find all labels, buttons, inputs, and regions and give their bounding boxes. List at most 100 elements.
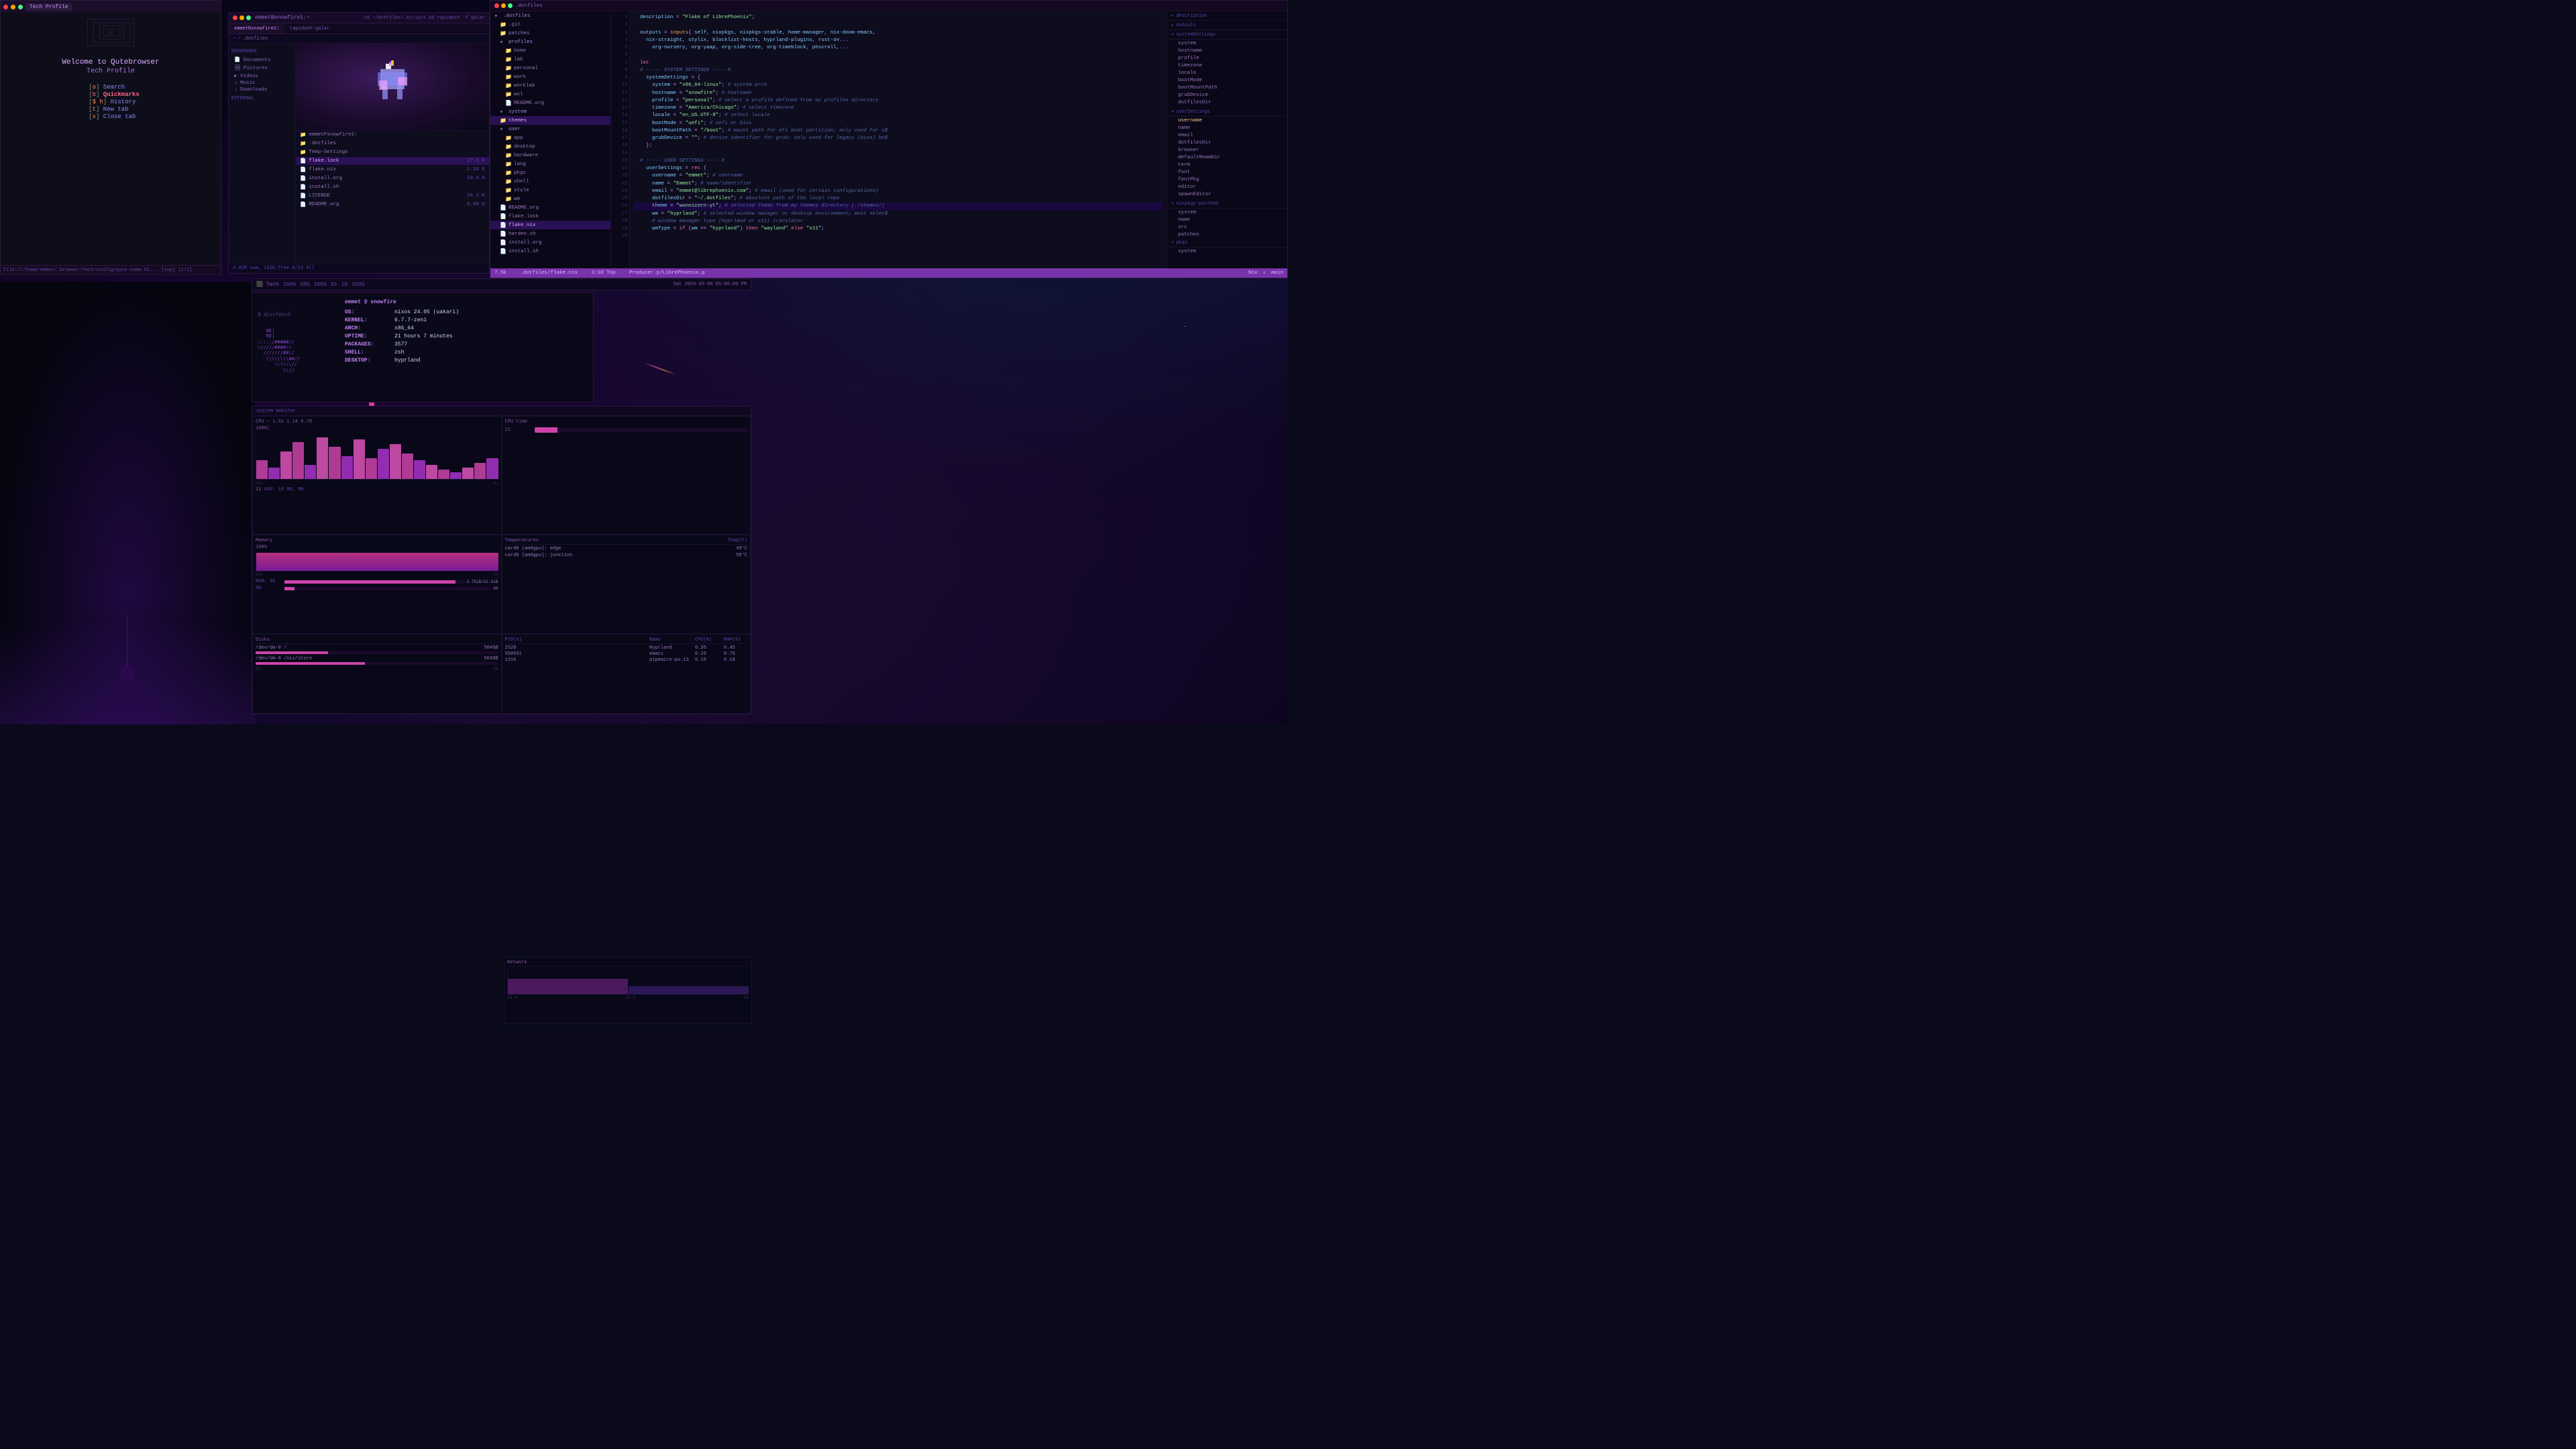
file-row-install-sh[interactable]: 📄 install.sh [296,183,489,192]
qute-link-closetab[interactable]: [x] Close tab [89,113,140,120]
tree-readme2[interactable]: 📄README.org [490,203,610,212]
right-bootmode[interactable]: bootMode [1167,76,1287,84]
right-grubdevice[interactable]: grubDevice [1167,91,1287,99]
cpu-bar-14 [426,465,437,479]
file-row-flake-nix[interactable]: 📄 flake.nix 2.26 K [296,166,489,174]
cpu-bar-12 [402,453,413,479]
right-spawnedit[interactable]: spawnEditor [1167,191,1287,198]
right-font[interactable]: font [1167,168,1287,176]
file-row-temp[interactable]: 📁 Temp-Settings [296,148,489,157]
fm-cmd: cd ~/dotfiles/.scripts && rapidash -f ga… [364,15,485,21]
file-row-license[interactable]: 📄 LICENSE 34.2 K [296,192,489,201]
tree-lang[interactable]: 📁lang [490,160,610,168]
tree-pkgs[interactable]: 📁pkgs [490,168,610,177]
fm-item-videos[interactable]: ▶ Videos [231,72,292,80]
tree-patches[interactable]: 📁patches [490,29,610,38]
fm-item-documents[interactable]: 📄 Documents [231,56,292,64]
fm-item-pictures[interactable]: 🖼 Pictures [231,64,292,72]
tree-personal[interactable]: 📁personal [490,64,610,72]
tree-user[interactable]: ▾user [490,125,610,133]
editor-dot-close[interactable] [494,3,499,8]
editor-dot-min[interactable] [501,3,506,8]
fm-tab-2[interactable]: rapidash-galar [284,23,335,34]
tree-install-sh[interactable]: 📄install.sh [490,247,610,256]
qute-tab-active[interactable]: Tech Profile [25,3,72,11]
tree-system[interactable]: ▾system [490,107,610,116]
tb2-perf: 100% [283,282,296,288]
tree-hardware[interactable]: 📁hardware [490,151,610,160]
editor-dot-max[interactable] [508,3,513,8]
right-system-settings[interactable]: ▾systemSettings [1167,30,1287,40]
right-nix-patches[interactable]: patches [1167,231,1287,238]
right-nixpkgs[interactable]: ▾nixpkgs-patched [1167,199,1287,209]
tree-flake-nix[interactable]: 📄flake.nix [490,221,610,229]
right-browser[interactable]: browser [1167,146,1287,154]
right-username[interactable]: username [1167,117,1287,124]
right-timezone[interactable]: timezone [1167,62,1287,69]
right-hostname[interactable]: hostname [1167,47,1287,54]
right-user-settings[interactable]: ▾userSettings [1167,107,1287,117]
disks-panel: Disks /dev/dm-0 /504GB /dev/dm-0 /nix/st… [252,634,502,714]
tree-app[interactable]: 📁app [490,133,610,142]
right-nix-system[interactable]: system [1167,209,1287,216]
tree-lab[interactable]: 📁lab [490,55,610,64]
file-row-flake-lock[interactable]: 📄 flake.lock 27.5 K [296,157,489,166]
tree-readme-org[interactable]: 📄README.org [490,99,610,107]
qute-link-newtab[interactable]: [t] New tab [89,106,140,113]
tree-shell[interactable]: 📁shell [490,177,610,186]
cpu-bar-13 [414,460,425,479]
tree-desktop[interactable]: 📁desktop [490,142,610,151]
qute-link-search[interactable]: [o] Search [89,84,140,91]
file-row-install-org[interactable]: 📄 install.org 10.6 K [296,174,489,183]
tree-worklab[interactable]: 📁worklab [490,81,610,90]
fm-dot-close[interactable] [233,15,237,20]
file-row-dotfiles2[interactable]: 📁 .dotfiles [296,140,489,148]
tree-themes[interactable]: 📁themes [490,116,610,125]
right-pkgs-system[interactable]: system [1167,248,1287,255]
right-defaultroamdir[interactable]: defaultRoamDir [1167,154,1287,161]
tree-root[interactable]: ▾ .dotfiles [490,11,610,20]
fm-item-music[interactable]: ♪ Music [231,80,292,87]
right-dotfilesdir[interactable]: dotfilesDir [1167,99,1287,106]
fm-dot-max[interactable] [246,15,251,20]
right-dotfilesdir2[interactable]: dotfilesDir [1167,139,1287,146]
file-row-dotfiles[interactable]: 📁 emmetFsnowfire1: [296,131,489,140]
cpu-bar-2 [280,451,292,479]
right-fontpkg[interactable]: fontPkg [1167,176,1287,183]
network-bars [507,968,749,995]
right-bootmountpath[interactable]: bootMountPath [1167,84,1287,91]
fm-sidebar: Bookmarks 📄 Documents 🖼 Pictures ▶ Video… [229,44,296,264]
fm-dot-min[interactable] [239,15,244,20]
fm-item-downloads[interactable]: ↓ Downloads [231,87,292,93]
right-locale[interactable]: locale [1167,69,1287,76]
right-name[interactable]: name [1167,124,1287,131]
tree-profiles[interactable]: ▾profiles [490,38,610,46]
tree-git[interactable]: 📁.git [490,20,610,29]
disk-2: /dev/dm-0 /nix/store504GB [256,656,498,665]
right-nix-src[interactable]: src [1167,223,1287,231]
right-editor[interactable]: editor [1167,183,1287,191]
tree-wsl[interactable]: 📁wsl [490,90,610,99]
mem-details: RAM: 95 5.7GiB/02.0iB 0% 0% [256,579,498,591]
code-content[interactable]: description = "Flake of LibrePhoenix"; o… [630,11,1167,268]
qute-link-quickmarks[interactable]: [b] Quickmarks [89,91,140,98]
nf-userhost: emmet @ snowfire [345,299,588,307]
tree-wm[interactable]: 📁wm [490,195,610,203]
right-term[interactable]: term [1167,161,1287,168]
status-mode: Nix [1248,270,1258,276]
right-nix-name[interactable]: name [1167,216,1287,223]
nf-uptime: UPTIME: 21 hours 7 minutes [345,333,588,341]
tree-flake-lock[interactable]: 📄flake.lock [490,212,610,221]
tree-home[interactable]: 📁home [490,46,610,55]
tree-style[interactable]: 📁style [490,186,610,195]
right-pkgs[interactable]: ▾pkgs [1167,238,1287,248]
right-profile[interactable]: profile [1167,54,1287,62]
right-system[interactable]: system [1167,40,1287,47]
file-row-readme[interactable]: 📄 README.org 6.89 K [296,201,489,209]
tree-install-org[interactable]: 📄install.org [490,238,610,247]
tree-work[interactable]: 📁work [490,72,610,81]
fm-tab-1[interactable]: emmetBsnowfire1: [229,23,284,34]
tree-harden[interactable]: 📄harden.sh [490,229,610,238]
qute-link-history[interactable]: [$ h] History [89,99,140,105]
right-email[interactable]: email [1167,131,1287,139]
